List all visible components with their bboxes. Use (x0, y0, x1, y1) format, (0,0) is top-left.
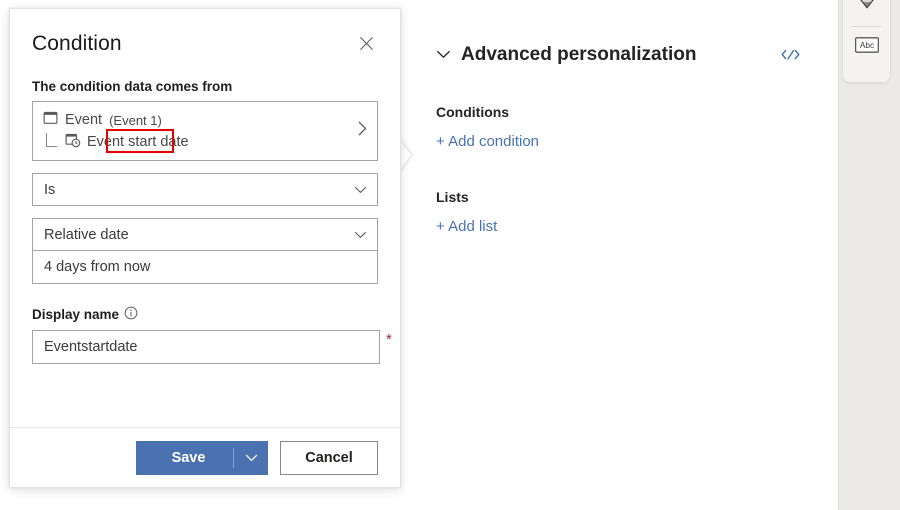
operator-select[interactable]: Is (32, 173, 378, 206)
advanced-personalization-title: Advanced personalization (461, 44, 696, 66)
value-detail-field[interactable]: 4 days from now (32, 251, 378, 284)
advanced-personalization-header[interactable]: Advanced personalization (436, 40, 816, 70)
info-circle-icon[interactable] (124, 306, 138, 323)
condition-dialog-header: Condition (32, 9, 378, 79)
display-name-label-row: Display name (32, 306, 378, 323)
toolbar-brand-theme-button[interactable] (843, 0, 890, 24)
right-vertical-toolbar: Abc (843, 0, 890, 82)
conditions-section-heading: Conditions (436, 104, 816, 120)
advanced-personalization-panel: Advanced personalization Conditions + Ad… (436, 40, 816, 236)
chevron-down-icon (354, 227, 367, 243)
value-detail-value: 4 days from now (44, 259, 150, 275)
save-split-button[interactable]: Save (136, 441, 268, 475)
value-type-value: Relative date (44, 227, 129, 243)
value-type-select[interactable]: Relative date (32, 218, 378, 251)
chevron-right-icon (357, 121, 368, 142)
tree-elbow-connector (46, 133, 57, 147)
dialog-title: Condition (32, 32, 122, 56)
chevron-down-icon (354, 182, 367, 198)
display-name-input[interactable] (32, 330, 380, 364)
save-menu-button[interactable] (234, 441, 268, 475)
right-rail-divider (838, 0, 839, 510)
operator-value: Is (44, 182, 55, 198)
svg-text:Abc: Abc (859, 40, 873, 50)
toolbar-separator (852, 26, 881, 27)
add-condition-link[interactable]: + Add condition (436, 133, 539, 150)
source-secondary-row: Event start date (43, 131, 347, 153)
condition-dialog-body: Condition The condition data comes from (10, 9, 400, 427)
add-list-link[interactable]: + Add list (436, 218, 497, 235)
source-picker[interactable]: Event (Event 1) Event start date (32, 101, 378, 161)
dialog-footer: Save Cancel (10, 427, 400, 487)
save-button[interactable]: Save (136, 441, 233, 475)
calendar-icon (43, 110, 58, 130)
toolbar-text-button[interactable]: Abc (843, 30, 890, 64)
text-abc-icon: Abc (855, 37, 879, 58)
cancel-button[interactable]: Cancel (280, 441, 378, 475)
lists-section-heading: Lists (436, 189, 816, 205)
brand-theme-icon (858, 0, 876, 19)
source-field-label: The condition data comes from (32, 79, 378, 94)
source-primary-label: Event (65, 112, 102, 128)
display-name-label: Display name (32, 307, 119, 322)
condition-dialog: Condition The condition data comes from (9, 8, 401, 488)
edit-code-button[interactable] (778, 44, 802, 68)
close-icon (359, 36, 374, 54)
chevron-down-icon[interactable] (436, 46, 451, 64)
required-asterisk: * (386, 332, 392, 347)
calendar-clock-icon (65, 132, 81, 153)
source-qualifier-label: (Event 1) (109, 113, 162, 128)
source-primary-row: Event (Event 1) (43, 109, 347, 131)
close-button[interactable] (352, 31, 380, 59)
chevron-down-icon (245, 450, 258, 465)
display-name-input-wrap: * (32, 330, 378, 364)
source-secondary-label: Event start date (87, 134, 189, 150)
display-name-block: Display name * (32, 306, 378, 364)
edit-code-icon (781, 47, 800, 65)
